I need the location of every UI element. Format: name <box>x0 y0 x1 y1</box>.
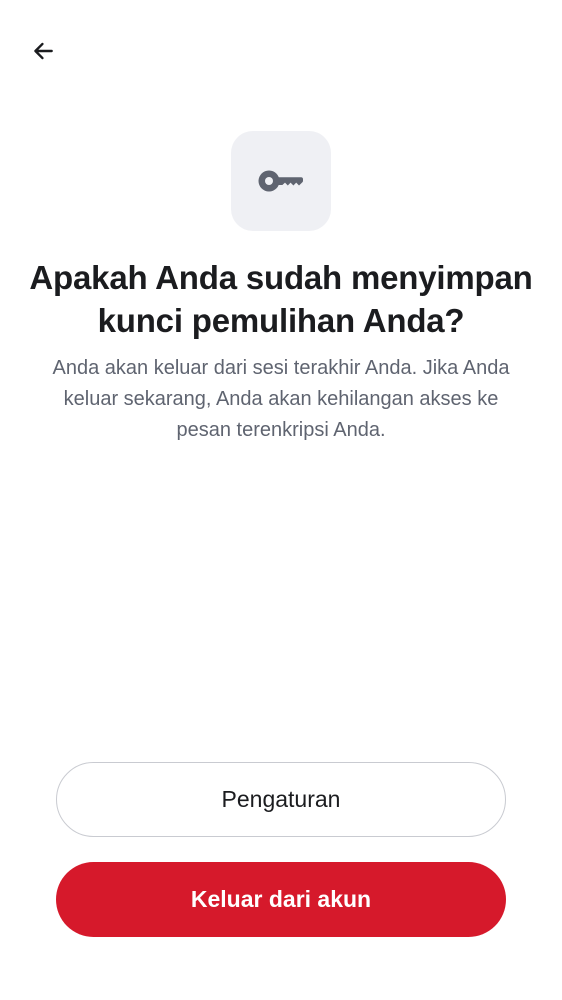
logout-button-label: Keluar dari akun <box>190 886 372 912</box>
page-title: Apakah Anda sudah menyimpan kunci pemuli… <box>29 259 533 339</box>
logout-button[interactable]: Keluar dari akun <box>56 862 506 937</box>
settings-button[interactable]: Pengaturan <box>56 762 506 837</box>
key-icon <box>258 170 303 192</box>
logout-confirmation-screen: Apakah Anda sudah menyimpan kunci pemuli… <box>0 0 562 1000</box>
settings-button-label: Pengaturan <box>221 786 341 812</box>
key-icon-tile <box>231 131 331 231</box>
arrow-left-icon <box>34 42 53 60</box>
back-button[interactable] <box>22 30 64 72</box>
description-text: Anda akan keluar dari sesi terakhir Anda… <box>52 357 510 441</box>
